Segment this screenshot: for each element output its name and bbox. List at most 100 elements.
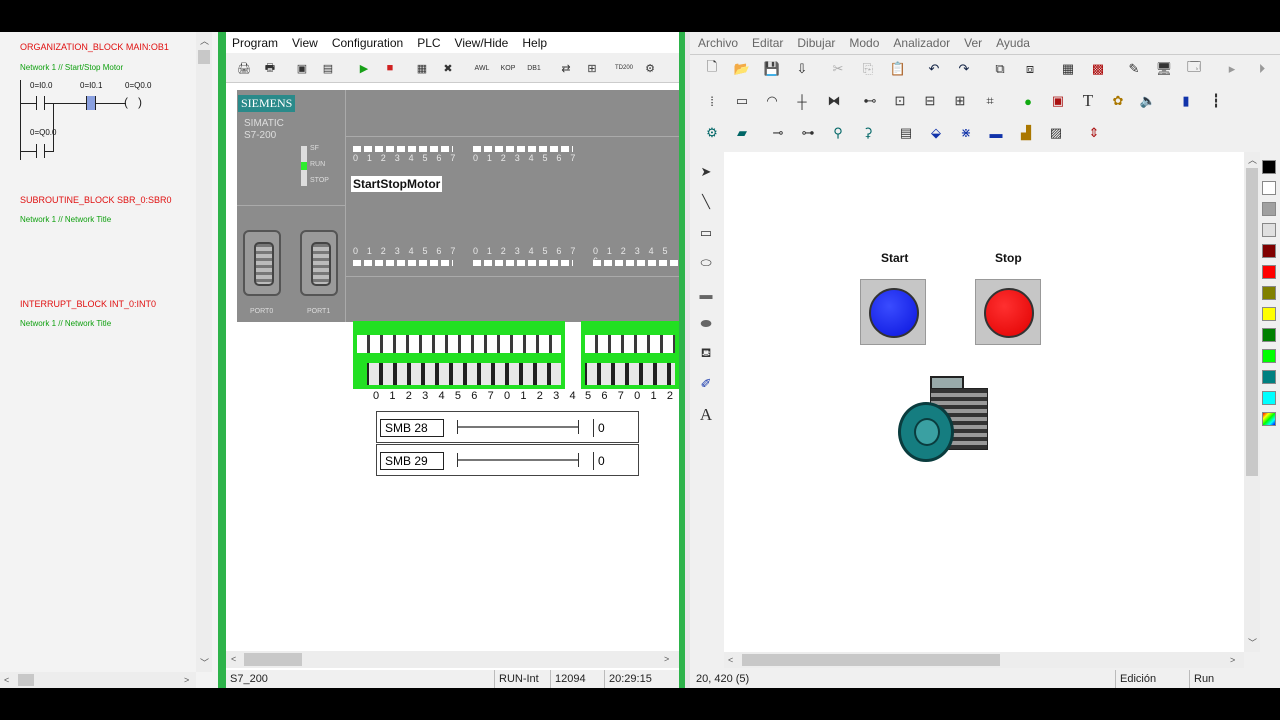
slider-icon[interactable]: ⇕ [1082, 121, 1106, 145]
motor-icon[interactable] [896, 374, 996, 470]
paste-icon[interactable]: 📋 [886, 57, 910, 81]
scroll-up-icon[interactable]: ︿ [200, 36, 209, 46]
gauge-icon[interactable]: ◠ [760, 89, 784, 113]
fill-bucket-icon[interactable]: ⛾ [694, 342, 718, 366]
canvas-vertical-scrollbar[interactable]: ︿ ﹀ [1244, 152, 1260, 652]
menu-editar[interactable]: Editar [752, 36, 783, 50]
status-chart-icon[interactable]: ⊞ [580, 56, 604, 80]
int0-title[interactable]: INTERRUPT_BLOCK INT_0:INT0 [20, 299, 156, 309]
undo-icon[interactable]: ↶ [922, 57, 946, 81]
redo-icon[interactable]: ↷ [952, 57, 976, 81]
palette-swatch[interactable] [1262, 349, 1276, 363]
menu-archivo[interactable]: Archivo [698, 36, 738, 50]
scroll-up-icon[interactable]: ︿ [1248, 155, 1257, 165]
coil-symbol[interactable]: ( ) [124, 95, 142, 109]
step-icon[interactable]: ⏵ [1250, 57, 1274, 81]
scroll-thumb[interactable] [742, 654, 1000, 666]
scroll-right-icon[interactable]: > [1230, 655, 1235, 665]
palette-swatch[interactable] [1262, 286, 1276, 300]
menu-help[interactable]: Help [522, 36, 547, 50]
text-icon[interactable]: A [694, 403, 718, 427]
open-folder-icon[interactable]: 📂 [730, 57, 754, 81]
window-icon[interactable]: 🗔 [1182, 57, 1206, 81]
palette-swatch[interactable] [1262, 328, 1276, 342]
ob1-title[interactable]: ORGANIZATION_BLOCK MAIN:OB1 [20, 42, 169, 52]
filled-rect-icon[interactable]: ▬ [694, 282, 718, 306]
menu-configuration[interactable]: Configuration [332, 36, 403, 50]
filled-ellipse-icon[interactable]: ⬬ [694, 312, 718, 336]
scroll-down-icon[interactable]: ﹀ [1248, 638, 1257, 648]
scroll-left-icon[interactable]: < [4, 675, 9, 685]
palette-swatch[interactable] [1262, 181, 1276, 195]
robot-arm-icon[interactable]: ⚲ [826, 121, 850, 145]
pipe-icon[interactable]: ⊷ [858, 89, 882, 113]
ellipse-tool-icon[interactable]: ⬭ [694, 251, 718, 275]
rectangle-tool-icon[interactable]: ▭ [694, 221, 718, 245]
screen-icon[interactable]: ▤ [894, 121, 918, 145]
bucket-icon[interactable]: ⬙ [924, 121, 948, 145]
stop-button[interactable] [975, 279, 1041, 345]
cut-icon[interactable]: ✂ [826, 57, 850, 81]
scroll-thumb[interactable] [18, 674, 34, 686]
vertical-scrollbar[interactable]: ︿ ﹀ [196, 32, 212, 672]
palette-swatch[interactable] [1262, 307, 1276, 321]
hatch-icon[interactable]: ▨ [1044, 121, 1068, 145]
stop-icon[interactable]: ■ [378, 56, 402, 80]
bring-front-icon[interactable]: ⧉ [988, 57, 1012, 81]
cpu-state-icon[interactable]: ▦ [410, 56, 434, 80]
belt-icon[interactable]: ⊞ [948, 89, 972, 113]
config-icon[interactable]: ⚙ [638, 56, 662, 80]
smb28-slider[interactable] [457, 420, 579, 434]
import-icon[interactable]: ⇩ [790, 57, 814, 81]
contact-symbol[interactable] [86, 96, 96, 110]
palette-swatch[interactable] [1262, 202, 1276, 216]
tank-icon[interactable]: ▮ [1174, 89, 1198, 113]
custom-color-swatch[interactable] [1262, 412, 1276, 426]
motor-icon[interactable]: ⚙ [700, 121, 724, 145]
palette-swatch[interactable] [1262, 370, 1276, 384]
palette-swatch[interactable] [1262, 244, 1276, 258]
smb28-value[interactable]: 0 [593, 419, 635, 437]
display-icon[interactable]: ▣ [1046, 89, 1070, 113]
panel-icon[interactable]: ▭ [730, 89, 754, 113]
smb29-value[interactable]: 0 [593, 452, 635, 470]
open-icon[interactable]: 🖨 [232, 56, 256, 80]
scroll-thumb[interactable] [198, 50, 210, 64]
scroll-down-icon[interactable]: ﹀ [200, 658, 209, 668]
palette-swatch[interactable] [1262, 223, 1276, 237]
sbr0-title[interactable]: SUBROUTINE_BLOCK SBR_0:SBR0 [20, 195, 172, 205]
horizontal-scrollbar[interactable]: < > [0, 672, 196, 688]
sensor-icon[interactable]: ⌗ [978, 89, 1002, 113]
smb29-slider[interactable] [457, 453, 579, 467]
cylinder-icon[interactable]: ⊸ [766, 121, 790, 145]
run-icon[interactable]: ▶ [352, 56, 376, 80]
palette-swatch[interactable] [1262, 265, 1276, 279]
piston-icon[interactable]: ⊶ [796, 121, 820, 145]
hmi-canvas[interactable]: Start Stop ︿ ﹀ [724, 152, 1260, 652]
send-back-icon[interactable]: ⧈ [1018, 57, 1042, 81]
ob1-network[interactable]: Network 1 // Start/Stop Motor [20, 63, 123, 72]
crosshair-icon[interactable]: ┼ [790, 89, 814, 113]
menu-dibujar[interactable]: Dibujar [797, 36, 835, 50]
menu-ayuda[interactable]: Ayuda [996, 36, 1030, 50]
kop-button[interactable]: KOP [496, 56, 520, 80]
load-program-icon[interactable]: ▣ [290, 56, 314, 80]
snap-grid-icon[interactable]: ▩ [1086, 57, 1110, 81]
td200-button[interactable]: TD200 [612, 56, 636, 80]
sbr0-network[interactable]: Network 1 // Network Title [20, 215, 111, 224]
line-tool-icon[interactable]: ╲ [694, 190, 718, 214]
awl-button[interactable]: AWL [470, 56, 494, 80]
scroll-right-icon[interactable]: > [664, 654, 669, 664]
text-tool-icon[interactable]: T [1076, 89, 1100, 113]
start-button[interactable] [860, 279, 926, 345]
pump-icon[interactable]: ⊡ [888, 89, 912, 113]
chart-icon[interactable]: ⇄ [554, 56, 578, 80]
input-terminal-strip[interactable] [353, 321, 565, 389]
copy-icon[interactable]: ⎘ [856, 57, 880, 81]
new-file-icon[interactable]: 🗋 [700, 57, 724, 81]
print-icon[interactable]: 🖶 [258, 56, 282, 80]
pointer-icon[interactable]: ➤ [694, 160, 718, 184]
menu-ver[interactable]: Ver [964, 36, 982, 50]
scroll-left-icon[interactable]: < [728, 655, 733, 665]
ruler-icon[interactable]: ┇ [1204, 89, 1228, 113]
